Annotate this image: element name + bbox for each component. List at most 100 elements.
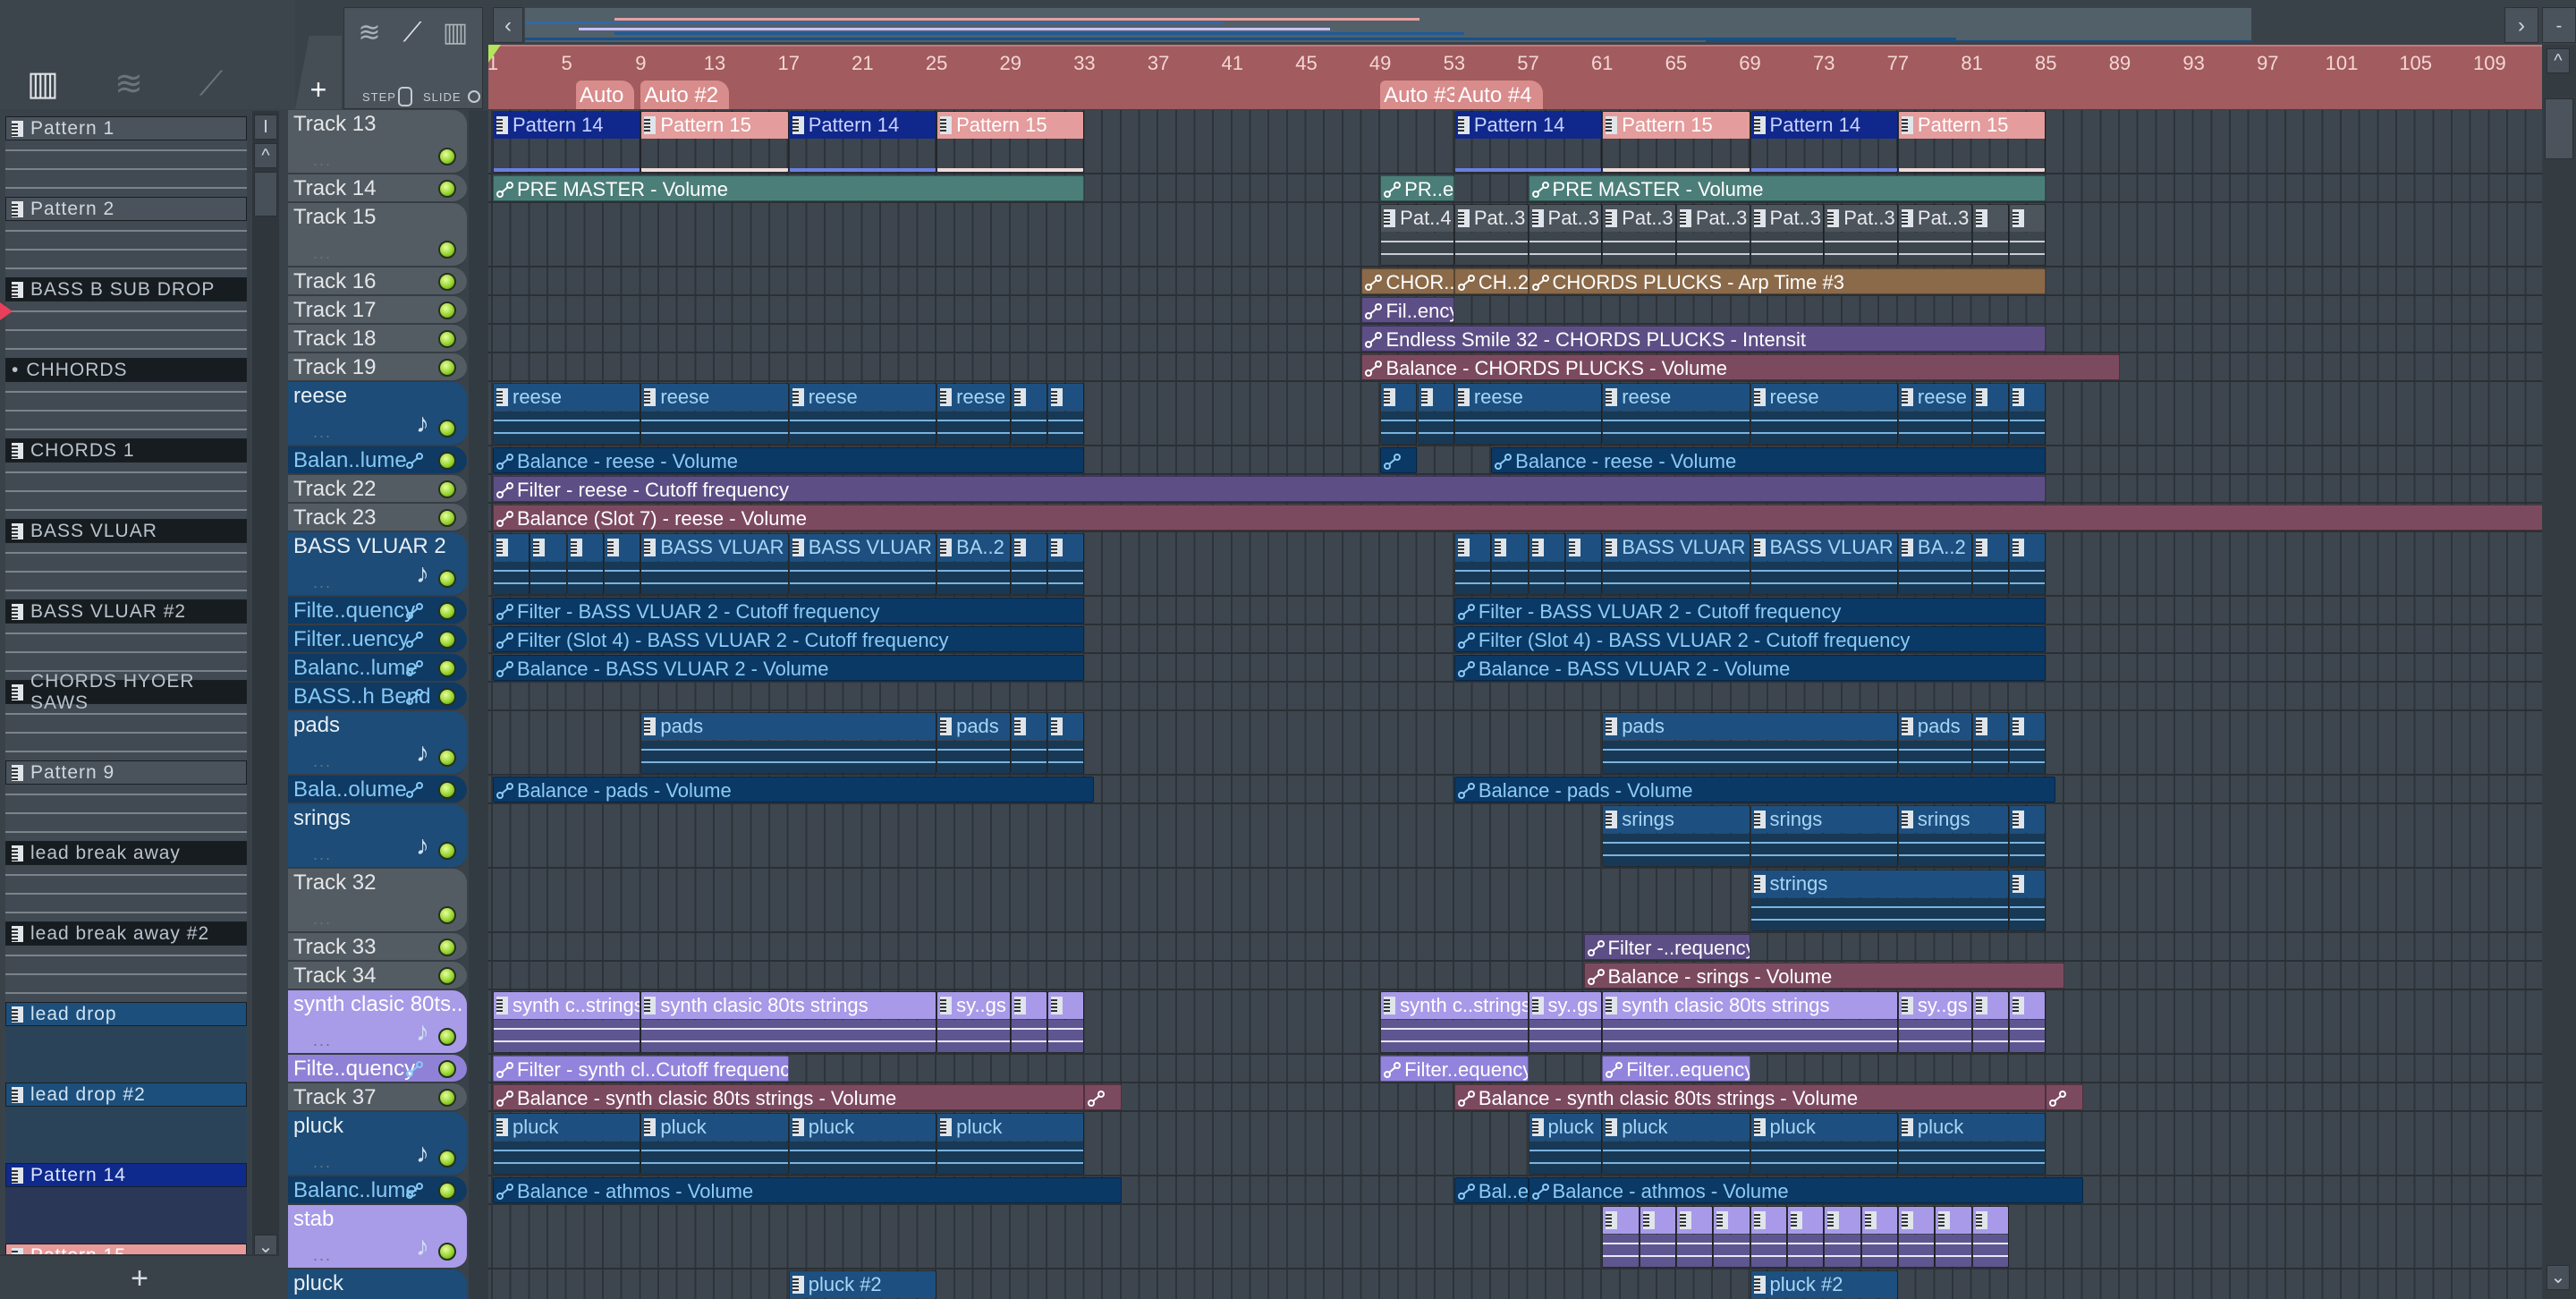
track-row[interactable]: strings — [488, 869, 2542, 933]
pattern-clip[interactable]: pluck — [1602, 1113, 1750, 1175]
pattern-item[interactable]: lead drop — [5, 1002, 247, 1082]
clip-header[interactable]: pluck — [1529, 1114, 1602, 1141]
track-header[interactable]: Filter..uency — [288, 625, 467, 654]
clip-header[interactable]: Filter - reese - Cutoff frequency — [494, 477, 2046, 501]
pattern-clip[interactable]: srings — [1602, 805, 1750, 867]
track-mute-led[interactable] — [438, 330, 456, 348]
clip-header[interactable]: PRE MASTER - Volume — [1529, 176, 2046, 200]
track-mute-led[interactable] — [438, 1243, 456, 1261]
clip-header[interactable]: Filter - BASS VLUAR 2 - Cutoff frequency — [494, 599, 1084, 623]
track-mute-led[interactable] — [438, 659, 456, 677]
scroll-left-button[interactable]: ‹ — [493, 7, 523, 43]
pattern-clip[interactable] — [2008, 712, 2046, 774]
clip-header[interactable]: BA..2 — [937, 534, 1010, 561]
pattern-clip[interactable]: BA..2 — [936, 533, 1011, 595]
pattern-clip[interactable] — [1010, 991, 1048, 1053]
track-row[interactable]: Balance - BASS VLUAR 2 - Volume Balance -… — [488, 654, 2542, 683]
clip-header[interactable]: CH..2 — [1454, 269, 1528, 293]
pattern-clip[interactable]: reese — [1750, 383, 1898, 445]
automation-clip[interactable]: Balance - BASS VLUAR 2 - Volume — [1453, 655, 2046, 681]
pattern-clip[interactable]: Pat..3 — [1602, 204, 1676, 266]
clip-header[interactable]: srings — [1898, 806, 2008, 833]
clip-header[interactable]: Balance - pads - Volume — [494, 777, 1093, 802]
track-row[interactable]: Balance - srings - Volume — [488, 962, 2542, 990]
pattern-clip[interactable] — [1417, 383, 1454, 445]
pattern-clip[interactable]: pads — [640, 712, 937, 774]
pattern-clip[interactable]: pads — [936, 712, 1011, 774]
scroll-down-button[interactable]: ⌄ — [2546, 1265, 2570, 1290]
pattern-clip[interactable]: reese — [1453, 383, 1603, 445]
pattern-clip[interactable]: sy..gs — [936, 991, 1011, 1053]
playlist-grid[interactable]: Pattern 14 Pattern 15 Pattern 14 Pattern 15… — [488, 110, 2542, 1299]
pattern-clip[interactable]: BASS VLUAR 2 — [1602, 533, 1750, 595]
track-header[interactable]: Track 15... — [288, 203, 467, 267]
automation-clip[interactable]: Filter - synth cl..Cutoff frequency — [493, 1056, 789, 1082]
clip-header[interactable]: reese — [937, 384, 1010, 411]
pattern-item[interactable]: BASS VLUAR — [5, 519, 247, 599]
track-header[interactable]: pluck ♪... — [288, 1112, 467, 1176]
clip-header[interactable] — [1381, 384, 1417, 411]
track-mute-led[interactable] — [438, 241, 456, 259]
pattern-clip[interactable]: Pat..3 — [1675, 204, 1750, 266]
pattern-header[interactable]: Pattern 14 — [5, 1163, 247, 1187]
automation-clip[interactable]: Filter - reese - Cutoff frequency — [493, 476, 2046, 502]
track-row[interactable]: Filter -..requency — [488, 933, 2542, 962]
timeline-ruler[interactable]: 1 5 9 13 17 21 25 29 33 37 41 45 49 53 57 61 65 69 73 77 81 8… — [488, 45, 2542, 109]
track-mute-led[interactable] — [438, 509, 456, 527]
automation-clip[interactable] — [2046, 1084, 2083, 1110]
automation-clip[interactable]: Balance - pads - Volume — [493, 777, 1094, 802]
clip-header[interactable]: Pat..3 — [1529, 205, 1602, 232]
clip-header[interactable]: Pattern 15 — [1898, 112, 2046, 139]
clip-header[interactable]: Pat..3 — [1825, 205, 1897, 232]
automation-clip[interactable]: Filter..equency — [1602, 1056, 1750, 1082]
clip-header[interactable]: Balance - pads - Volume — [1454, 777, 2055, 802]
step-toggle[interactable] — [398, 87, 412, 106]
clip-header[interactable]: pluck — [937, 1114, 1084, 1141]
clip-header[interactable] — [567, 534, 603, 561]
pattern-header[interactable]: BASS VLUAR #2 — [5, 599, 247, 624]
track-mute-led[interactable] — [438, 1028, 456, 1046]
pattern-clip[interactable]: Pattern 15 — [640, 111, 789, 173]
clip-header[interactable] — [1972, 1207, 2008, 1234]
clip-header[interactable]: pads — [1898, 713, 1971, 740]
track-mute-led[interactable] — [438, 301, 456, 319]
clip-header[interactable] — [2009, 992, 2046, 1019]
pattern-clip[interactable]: reese — [788, 383, 937, 445]
clip-header[interactable]: Pattern 14 — [494, 112, 640, 139]
automation-clip[interactable]: Filter - BASS VLUAR 2 - Cutoff frequency — [493, 598, 1085, 624]
track-row[interactable]: srings srings srings — [488, 804, 2542, 869]
clip-header[interactable] — [1898, 1207, 1935, 1234]
pattern-clip[interactable]: Pat..3 — [1750, 204, 1825, 266]
pattern-clip[interactable]: Pat..3 — [1453, 204, 1529, 266]
clip-header[interactable]: reese — [1454, 384, 1602, 411]
clip-header[interactable] — [1011, 713, 1047, 740]
track-row[interactable]: Pattern 14 Pattern 15 Pattern 14 Pattern 15… — [488, 110, 2542, 174]
pattern-clip[interactable]: BASS VLUAR 2 — [788, 533, 937, 595]
clip-header[interactable] — [2009, 384, 2046, 411]
track-header[interactable]: Track 13... — [288, 110, 467, 174]
track-row[interactable]: reese reese reese reese reese reese reese reese — [488, 382, 2542, 446]
clip-header[interactable]: CHORDS PLUCKS - Arp Time #3 — [1529, 269, 2046, 293]
clip-header[interactable] — [1381, 448, 1417, 472]
pattern-clip[interactable] — [1713, 1206, 1750, 1268]
pattern-clip[interactable]: Pattern 14 — [493, 111, 641, 173]
clip-header[interactable]: synth clasic 80ts strings — [641, 992, 936, 1019]
pattern-item[interactable]: lead break away #2 — [5, 921, 247, 1002]
clip-header[interactable] — [1048, 713, 1084, 740]
pattern-clip[interactable] — [1528, 533, 1565, 595]
pattern-clip[interactable]: pads — [1602, 712, 1898, 774]
clip-header[interactable] — [2009, 205, 2046, 232]
track-mute-led[interactable] — [438, 749, 456, 767]
track-mute-led[interactable] — [438, 420, 456, 437]
clip-header[interactable] — [1676, 1207, 1713, 1234]
scroll-right-button[interactable]: › — [2504, 7, 2538, 43]
track-mute-led[interactable] — [438, 602, 456, 620]
pattern-header[interactable]: lead drop — [5, 1002, 247, 1026]
clip-header[interactable] — [1011, 534, 1047, 561]
scroll-up-button[interactable]: ^ — [2546, 48, 2570, 73]
automation-clip[interactable]: Balance - reese - Volume — [493, 447, 1085, 473]
track-mute-led[interactable] — [438, 842, 456, 860]
track-mute-led[interactable] — [438, 570, 456, 588]
automation-clip[interactable]: Filter (Slot 4) - BASS VLUAR 2 - Cutoff … — [493, 626, 1085, 652]
pattern-clip[interactable] — [1824, 1206, 1861, 1268]
